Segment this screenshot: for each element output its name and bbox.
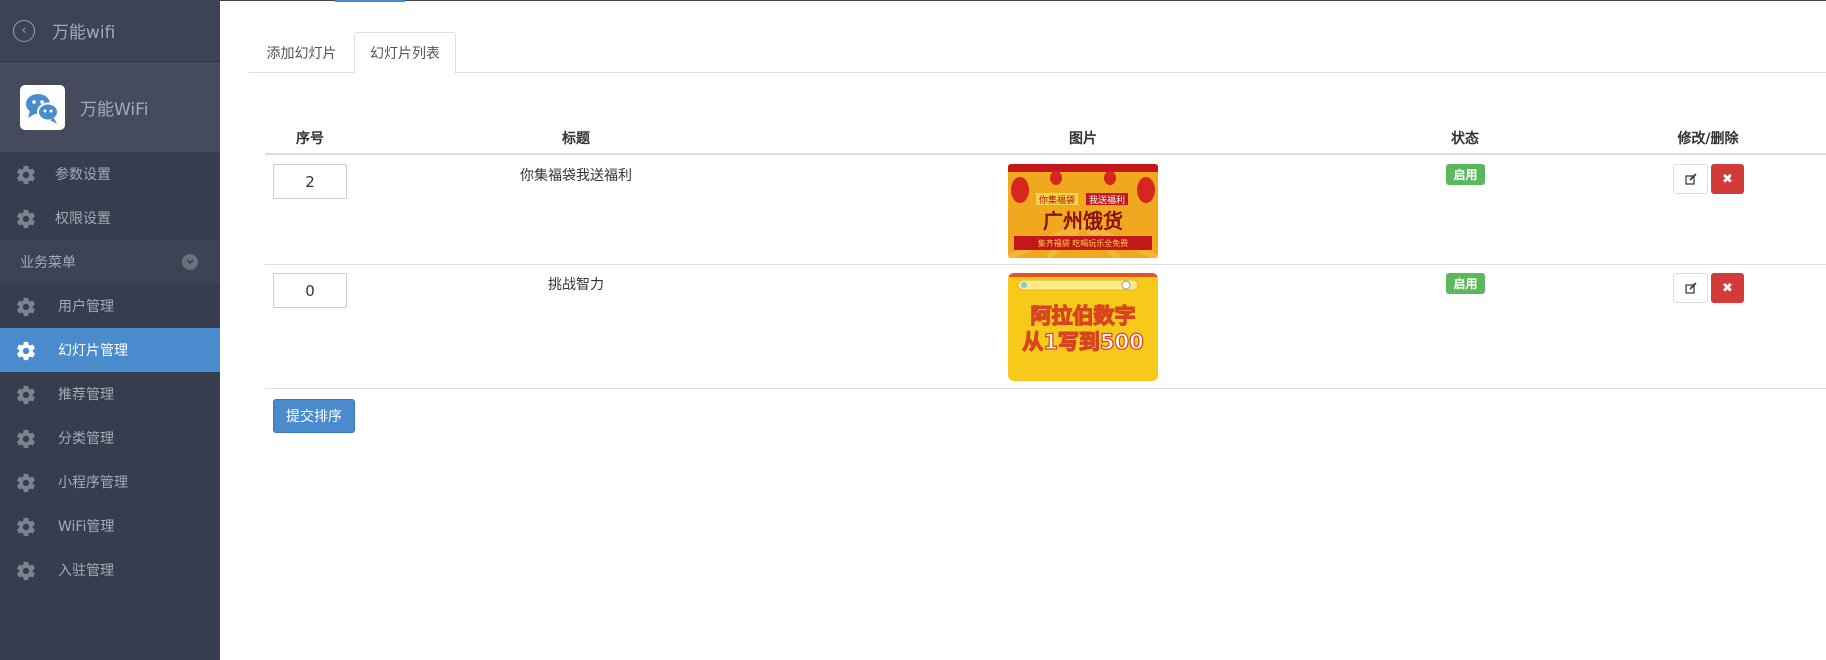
wechat-logo-icon xyxy=(20,84,65,130)
sidebar: ‹ 万能wifi 万能WiFi 参数设置 权限设置 业务菜单 用户管理幻灯片管理… xyxy=(0,0,220,660)
sidebar-item[interactable]: WiFi管理 xyxy=(0,504,220,548)
table-row: 你集福袋我送福利 你集福袋 我送福利 广州饿货 集齐福袋 吃喝玩乐全免费 xyxy=(265,155,1826,265)
table-row: 挑战智力 阿拉伯数字 从1写到500 启用 ✖ xyxy=(265,265,1826,389)
sidebar-group-label: 业务菜单 xyxy=(20,255,76,271)
tab-slide-list[interactable]: 幻灯片列表 xyxy=(354,32,456,74)
close-icon: ✖ xyxy=(1722,280,1733,296)
delete-button[interactable]: ✖ xyxy=(1711,273,1744,303)
status-badge: 启用 xyxy=(1446,164,1485,185)
sidebar-item-label: 参数设置 xyxy=(55,167,111,183)
image-text: 集齐福袋 吃喝玩乐全免费 xyxy=(1038,238,1129,248)
sidebar-item[interactable]: 入驻管理 xyxy=(0,548,220,592)
sidebar-item-permissions[interactable]: 权限设置 xyxy=(0,196,220,240)
sidebar-item[interactable]: 用户管理 xyxy=(0,284,220,328)
sidebar-item[interactable]: 幻灯片管理 xyxy=(0,328,220,372)
top-accent xyxy=(335,0,405,2)
slide-title: 你集福袋我送福利 xyxy=(520,168,632,184)
tab-add-slide[interactable]: 添加幻灯片 xyxy=(249,32,354,73)
sidebar-item[interactable]: 分类管理 xyxy=(0,416,220,460)
gear-icon xyxy=(17,561,35,581)
edit-button[interactable] xyxy=(1673,164,1708,194)
edit-icon xyxy=(1684,282,1697,294)
image-text: 你集福袋 xyxy=(1039,194,1075,206)
slide-title: 挑战智力 xyxy=(548,277,604,293)
image-text: 阿拉伯数字 xyxy=(1031,304,1136,328)
edit-button[interactable] xyxy=(1673,273,1708,303)
column-header-image: 图片 xyxy=(1069,131,1097,147)
brand-block: 万能WiFi xyxy=(0,62,220,152)
tab-bar: 添加幻灯片 幻灯片列表 xyxy=(249,32,1826,74)
submit-order-button[interactable]: 提交排序 xyxy=(273,399,355,433)
slide-image: 你集福袋 我送福利 广州饿货 集齐福袋 吃喝玩乐全免费 xyxy=(1008,164,1158,258)
sidebar-item-label: 幻灯片管理 xyxy=(58,343,128,359)
image-text: 广州饿货 xyxy=(1043,209,1123,233)
back-icon[interactable]: ‹ xyxy=(13,19,35,42)
order-input[interactable] xyxy=(273,273,347,308)
order-input[interactable] xyxy=(273,164,347,199)
sidebar-header: ‹ 万能wifi xyxy=(0,0,220,62)
table-header: 序号 标题 图片 状态 修改/删除 xyxy=(265,122,1826,155)
gear-icon xyxy=(17,341,35,361)
gear-icon xyxy=(17,209,35,229)
slides-table: 序号 标题 图片 状态 修改/删除 你集福袋我送福利 你集福袋 我送福利 xyxy=(265,122,1826,389)
chevron-down-icon xyxy=(182,254,198,270)
brand-name: 万能WiFi xyxy=(80,99,149,120)
sidebar-item-label: 权限设置 xyxy=(55,211,111,227)
image-text: 从1写到500 xyxy=(1022,330,1143,354)
sidebar-item-params[interactable]: 参数设置 xyxy=(0,152,220,196)
gear-icon xyxy=(17,165,35,185)
sidebar-item[interactable]: 小程序管理 xyxy=(0,460,220,504)
edit-icon xyxy=(1684,173,1697,185)
gear-icon xyxy=(17,473,35,493)
column-header-order: 序号 xyxy=(296,131,324,147)
sidebar-item-label: 入驻管理 xyxy=(58,563,114,579)
gear-icon xyxy=(17,517,35,537)
sidebar-item-label: 用户管理 xyxy=(58,299,114,315)
sidebar-group-business[interactable]: 业务菜单 xyxy=(0,240,220,284)
sidebar-item-label: 推荐管理 xyxy=(58,387,114,403)
gear-icon xyxy=(17,297,35,317)
top-border xyxy=(220,0,1826,2)
sidebar-item-label: WiFi管理 xyxy=(58,519,115,535)
column-header-title: 标题 xyxy=(562,131,590,147)
sidebar-item[interactable]: 推荐管理 xyxy=(0,372,220,416)
column-header-actions: 修改/删除 xyxy=(1677,131,1739,147)
status-badge: 启用 xyxy=(1446,273,1485,294)
gear-icon xyxy=(17,429,35,449)
close-icon: ✖ xyxy=(1722,171,1733,187)
sidebar-item-label: 小程序管理 xyxy=(58,475,128,491)
sidebar-item-label: 分类管理 xyxy=(58,431,114,447)
app-title: 万能wifi xyxy=(52,23,116,43)
image-text: 我送福利 xyxy=(1089,194,1125,206)
gear-icon xyxy=(17,385,35,405)
column-header-status: 状态 xyxy=(1451,131,1479,147)
delete-button[interactable]: ✖ xyxy=(1711,164,1744,194)
slide-image: 阿拉伯数字 从1写到500 xyxy=(1008,273,1158,381)
